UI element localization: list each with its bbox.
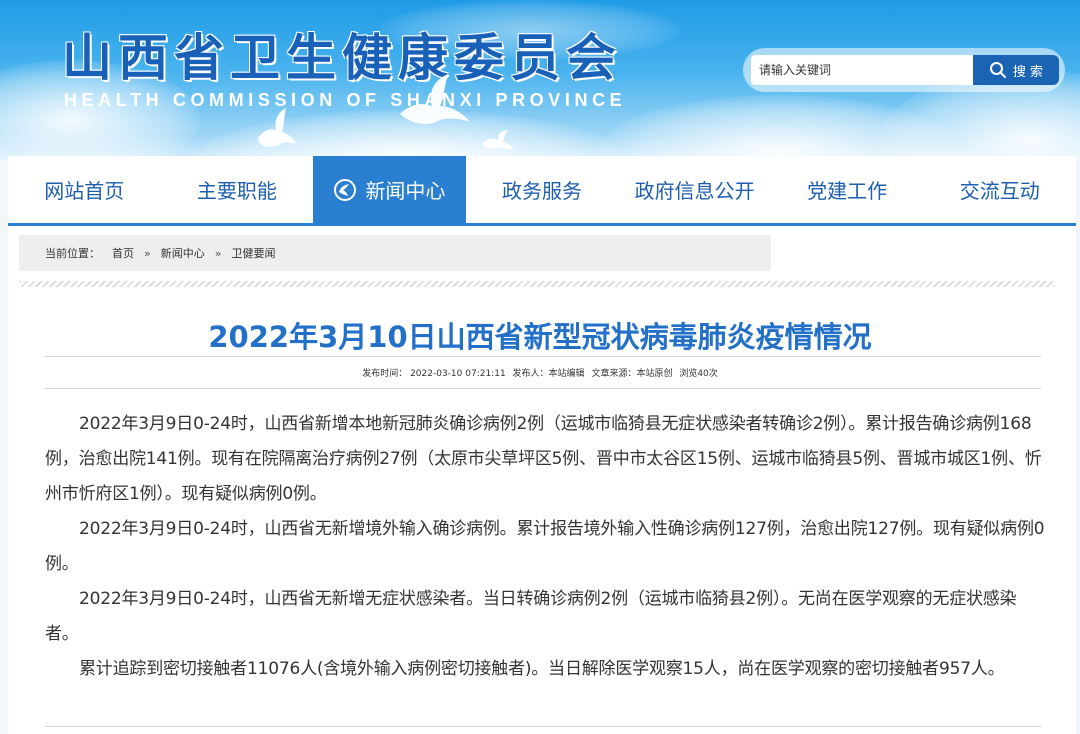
- meta-views: 浏览40次: [679, 369, 718, 379]
- article-paragraph: 累计追踪到密切接触者11076人(含境外输入病例密切接触者)。当日解除医学观察1…: [79, 659, 1005, 679]
- article-meta: 发布时间： 2022-03-10 07:21:11 发布人：本站编辑 文章来源：…: [0, 366, 1080, 379]
- globe-icon: [334, 178, 357, 201]
- nav-item-party[interactable]: 党建工作: [771, 156, 924, 223]
- site-subtitle: HEALTH COMMISSION OF SHANXI PROVINCE: [64, 90, 627, 110]
- article-body: 2022年3月9日0-24时，山西省新增本地新冠肺炎确诊病例2例（运城市临猗县无…: [45, 407, 1045, 687]
- article-paragraph: 2022年3月9日0-24时，山西省无新增无症状感染者。当日转确诊病例2例（运城…: [45, 589, 1017, 644]
- site-title: 山西省卫生健康委员会: [62, 29, 622, 87]
- breadcrumb-link-health-news[interactable]: 卫健要闻: [231, 245, 275, 261]
- breadcrumb-prefix: 当前位置：: [45, 247, 100, 260]
- meta-divider: [45, 388, 1041, 389]
- nav-item-disclosure[interactable]: 政府信息公开: [618, 156, 771, 223]
- breadcrumb-separator: »: [214, 246, 222, 260]
- nav-item-label: 主要职能: [196, 179, 277, 203]
- search-button-label: 搜 索: [1012, 64, 1044, 80]
- breadcrumb-separator: »: [144, 246, 151, 260]
- dove-icon: [400, 74, 470, 124]
- search-button[interactable]: 搜 索: [973, 55, 1059, 85]
- title-divider: [45, 356, 1041, 357]
- dove-icon: [482, 130, 514, 150]
- decorative-divider: [19, 281, 1055, 287]
- article-title: 2022年3月10日山西省新型冠状病毒肺炎疫情情况: [208, 320, 872, 354]
- nav-item-label: 新闻中心: [365, 179, 446, 203]
- article-paragraph: 2022年3月9日0-24时，山西省无新增境外输入确诊病例。累计报告境外输入性确…: [45, 519, 1045, 574]
- nav-item-label: 政务服务: [502, 179, 583, 203]
- nav-item-label: 网站首页: [44, 179, 125, 203]
- main-nav: 网站首页 主要职能 新闻中心 政务服务 政府信息公开 党建工作 交流互动: [8, 156, 1076, 226]
- breadcrumb-link-home[interactable]: 首页: [112, 245, 134, 261]
- nav-item-functions[interactable]: 主要职能: [161, 156, 314, 223]
- search-icon: [989, 62, 1006, 78]
- nav-item-label: 政府信息公开: [634, 179, 755, 203]
- breadcrumb: 当前位置： 首页 » 新闻中心 » 卫健要闻: [19, 235, 771, 271]
- article-bottom-divider: [45, 726, 1041, 727]
- breadcrumb-link-news[interactable]: 新闻中心: [161, 245, 205, 261]
- meta-source: 文章来源：本站原创: [591, 369, 673, 379]
- nav-item-home[interactable]: 网站首页: [8, 156, 161, 223]
- nav-item-label: 党建工作: [807, 179, 888, 203]
- nav-item-label: 交流互动: [959, 179, 1040, 203]
- meta-published: 发布时间： 2022-03-10 07:21:11: [362, 369, 506, 379]
- dove-icon: [258, 108, 296, 147]
- nav-item-services[interactable]: 政务服务: [466, 156, 619, 223]
- meta-author: 发布人：本站编辑: [512, 369, 585, 379]
- article-paragraph: 2022年3月9日0-24时，山西省新增本地新冠肺炎确诊病例2例（运城市临猗县无…: [45, 414, 1042, 504]
- search-input[interactable]: [751, 55, 973, 85]
- nav-item-interaction[interactable]: 交流互动: [923, 156, 1076, 223]
- nav-item-news[interactable]: 新闻中心: [313, 156, 466, 223]
